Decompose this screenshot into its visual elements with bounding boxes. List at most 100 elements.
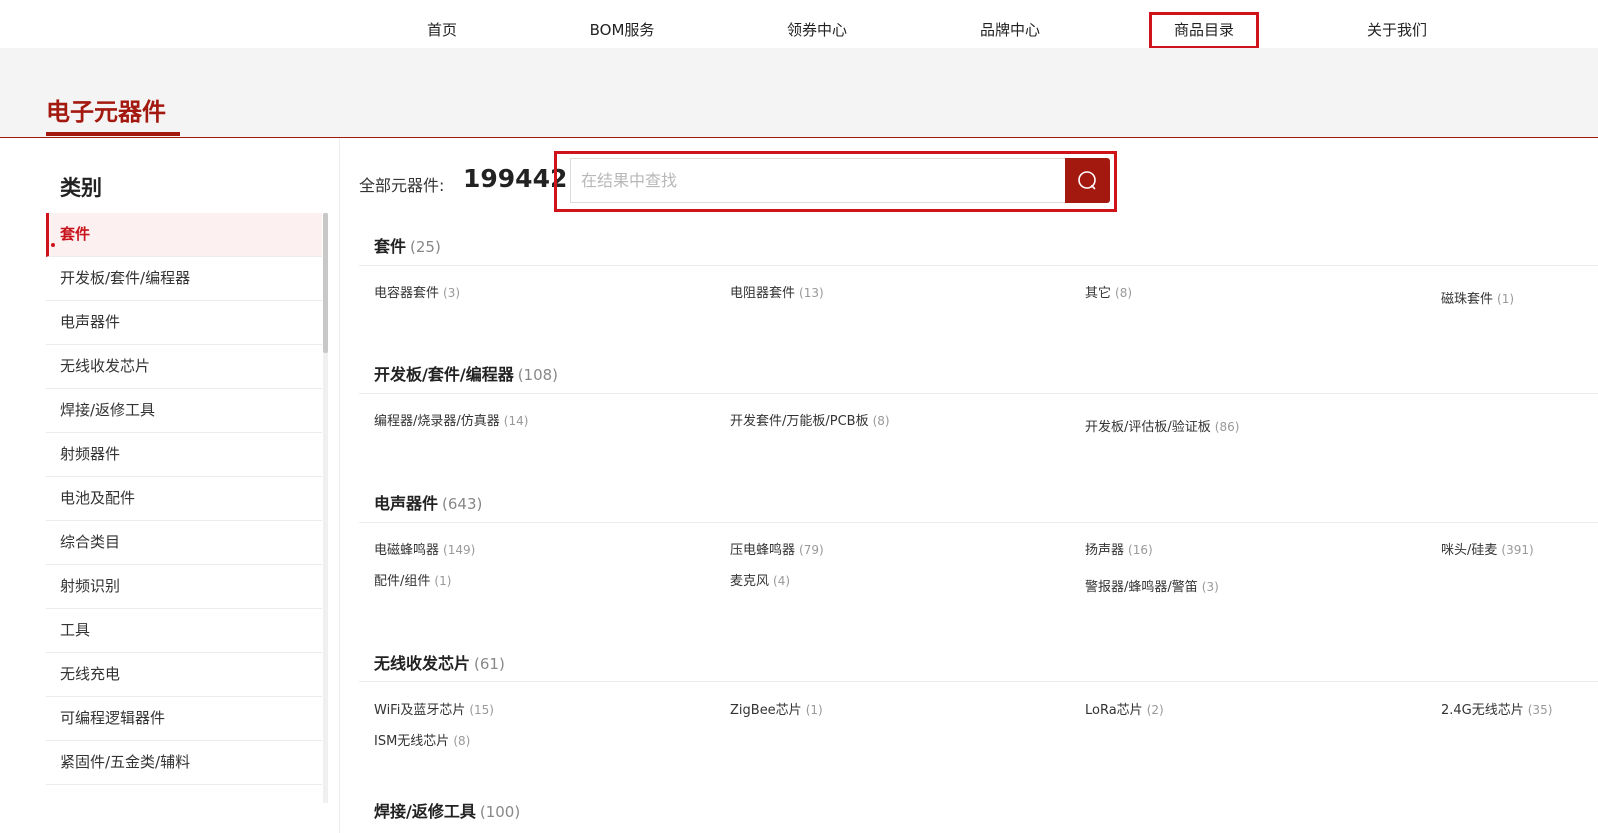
page-title: 电子元器件 [46,98,166,126]
subcategory-label: 电磁蜂鸣器 [374,543,440,558]
subcategory-link[interactable]: 其它 (8) [1085,282,1132,301]
top-nav: 首页 BOM服务 领券中心 品牌中心 商品目录 关于我们 [0,0,1598,49]
category-item-wireless-charging[interactable]: 无线充电 [46,653,322,697]
total-label: 全部元器件: [359,176,445,195]
subcategory-link[interactable]: 电容器套件 (3) [374,282,460,301]
subcategory-link[interactable]: 磁珠套件 (1) [1441,288,1514,307]
group-title-electroacoustic[interactable]: 电声器件 (643) [374,490,482,514]
search-input[interactable] [570,158,1066,203]
subcategory-label: ZigBee芯片 [730,703,802,718]
sidebar-scroll-thumb[interactable] [323,213,328,353]
category-item-general[interactable]: 综合类目 [46,521,322,565]
category-item-programmable-logic[interactable]: 可编程逻辑器件 [46,697,322,741]
category-item-wireless-transceivers[interactable]: 无线收发芯片 [46,345,322,389]
subcategory-count: (3) [1201,580,1219,594]
subcategory-link[interactable]: 编程器/烧录器/仿真器 (14) [374,410,528,429]
divider [359,522,1598,523]
group-title-kits[interactable]: 套件 (25) [374,233,441,257]
subcategory-label: ISM无线芯片 [374,734,450,749]
subcategory-count: (1) [434,574,452,588]
category-item-kits[interactable]: 套件 [46,213,322,257]
subcategory-link[interactable]: 警报器/蜂鸣器/警笛 (3) [1085,576,1219,595]
subcategory-link[interactable]: 配件/组件 (1) [374,570,451,589]
category-item-rfid[interactable]: 射频识别 [46,565,322,609]
subcategory-count: (79) [799,543,824,557]
subcategory-count: (3) [443,286,461,300]
subcategory-label: 扬声器 [1085,543,1125,558]
title-underline [46,132,180,136]
category-item-rf-devices[interactable]: 射频器件 [46,433,322,477]
subcategory-count: (8) [872,414,890,428]
subcategory-label: 咪头/硅麦 [1441,543,1498,558]
subcategory-label: 电容器套件 [374,286,440,301]
subcategory-count: (14) [503,414,529,428]
subcategory-link[interactable]: LoRa芯片 (2) [1085,699,1164,718]
group-title-count: (108) [517,366,559,384]
nav-product-catalog[interactable]: 商品目录 [1149,12,1259,49]
subcategory-label: 开发板/评估板/验证板 [1085,420,1211,435]
subcategory-count: (86) [1214,420,1240,434]
nav-brand-center[interactable]: 品牌中心 [960,12,1060,49]
subcategory-label: 磁珠套件 [1441,292,1494,307]
search-icon [1078,171,1096,190]
subcategory-link[interactable]: ISM无线芯片 (8) [374,730,470,749]
subcategory-label: 压电蜂鸣器 [730,543,796,558]
subcategory-link[interactable]: 麦克风 (4) [730,570,790,589]
subcategory-label: 警报器/蜂鸣器/警笛 [1085,580,1198,595]
subcategory-count: (15) [469,703,494,717]
subcategory-link[interactable]: 2.4G无线芯片 (35) [1441,699,1552,718]
subcategory-link[interactable]: ZigBee芯片 (1) [730,699,823,718]
group-title-wireless-transceivers[interactable]: 无线收发芯片 (61) [374,650,505,674]
subcategory-link[interactable]: 扬声器 (16) [1085,539,1153,558]
subcategory-label: 电阻器套件 [730,286,796,301]
subcategory-link[interactable]: 咪头/硅麦 (391) [1441,539,1534,558]
subcategory-count: (2) [1146,703,1164,717]
category-item-soldering-tools[interactable]: 焊接/返修工具 [46,389,322,433]
group-title-count: (643) [442,495,483,513]
nav-bom-service[interactable]: BOM服务 [572,12,672,49]
subcategory-label: 2.4G无线芯片 [1441,703,1524,718]
subcategory-link[interactable]: WiFi及蓝牙芯片 (15) [374,699,494,718]
category-item-tools[interactable]: 工具 [46,609,322,653]
subcategory-link[interactable]: 电阻器套件 (13) [730,282,824,301]
group-title-label: 无线收发芯片 [374,654,471,673]
sidebar-scrollbar[interactable] [323,213,328,803]
subcategory-link[interactable]: 开发板/评估板/验证板 (86) [1085,416,1239,435]
subcategory-label: 其它 [1085,286,1112,301]
total-count: 199442 [463,164,568,193]
subcategory-count: (8) [453,734,471,748]
subcategory-link[interactable]: 电磁蜂鸣器 (149) [374,539,475,558]
subcategory-label: WiFi及蓝牙芯片 [374,703,466,718]
subcategory-count: (8) [1115,286,1133,300]
subcategory-link[interactable]: 压电蜂鸣器 (79) [730,539,824,558]
subcategory-link[interactable]: 开发套件/万能板/PCB板 (8) [730,410,890,429]
category-item-dev-boards[interactable]: 开发板/套件/编程器 [46,257,322,301]
subcategory-label: 编程器/烧录器/仿真器 [374,414,500,429]
group-title-label: 焊接/返修工具 [374,802,476,821]
nav-coupon-center[interactable]: 领券中心 [767,12,867,49]
header-band: 电子元器件 [0,48,1598,138]
subcategory-count: (1) [1497,292,1515,306]
group-title-dev-boards[interactable]: 开发板/套件/编程器 (108) [374,361,558,385]
search-button[interactable] [1065,158,1110,203]
group-title-label: 电声器件 [374,494,439,513]
subcategory-label: 配件/组件 [374,574,431,589]
group-title-soldering-tools[interactable]: 焊接/返修工具 (100) [374,798,520,822]
category-sidebar: 类别 套件 开发板/套件/编程器 电声器件 无线收发芯片 焊接/返修工具 射频器… [0,138,340,833]
group-title-label: 套件 [374,237,407,256]
category-item-batteries[interactable]: 电池及配件 [46,477,322,521]
subcategory-count: (391) [1501,543,1534,557]
subcategory-label: LoRa芯片 [1085,703,1143,718]
category-item-fasteners[interactable]: 紧固件/五金类/辅料 [46,741,322,785]
group-title-count: (100) [479,803,521,821]
nav-about-us[interactable]: 关于我们 [1347,12,1447,49]
subcategory-count: (4) [773,574,791,588]
divider [359,681,1598,682]
nav-home[interactable]: 首页 [398,12,486,49]
category-item-electroacoustic[interactable]: 电声器件 [46,301,322,345]
subcategory-count: (13) [799,286,824,300]
subcategory-label: 麦克风 [730,574,770,589]
subcategory-count: (1) [805,703,823,717]
subcategory-count: (16) [1128,543,1153,557]
group-title-count: (61) [474,655,505,673]
